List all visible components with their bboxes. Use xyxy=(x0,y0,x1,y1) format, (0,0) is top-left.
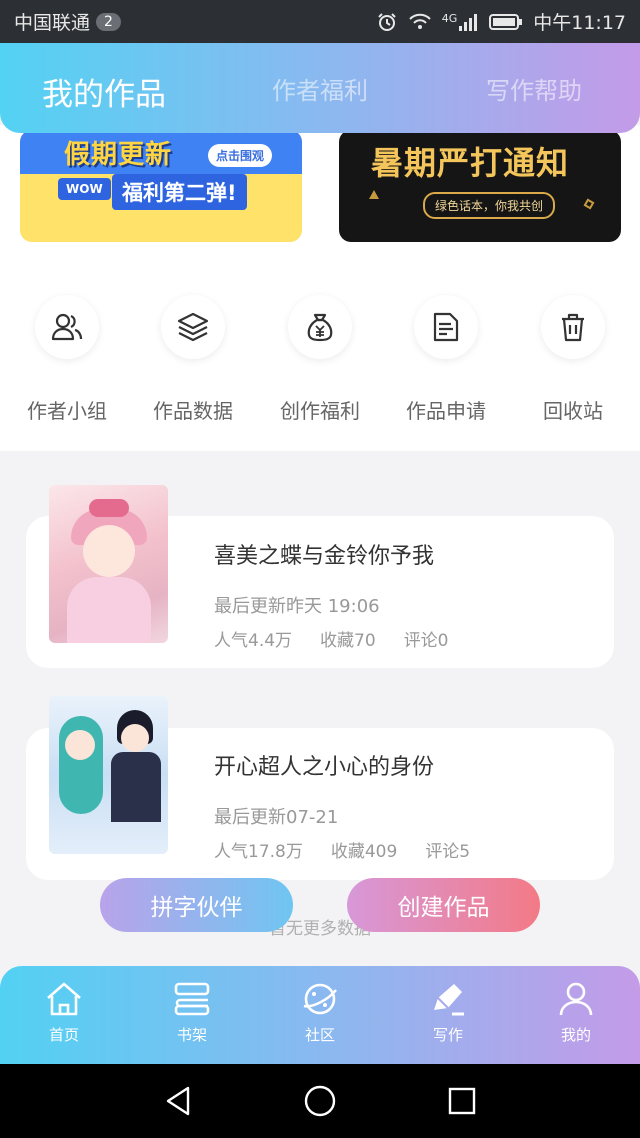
tabbar-write[interactable]: 写作 xyxy=(403,980,493,1045)
feature-author-group[interactable]: 作者小组 xyxy=(7,295,127,424)
tabbar-label: 写作 xyxy=(432,1026,463,1044)
banner-summer-notice[interactable]: 暑期严打通知 绿色话本，你我共创 xyxy=(339,130,621,242)
work-stats: 人气17.8万 收藏409 评论5 xyxy=(214,837,470,862)
carrier-name: 中国联通 xyxy=(14,12,91,34)
tabbar-community[interactable]: 社区 xyxy=(275,980,365,1045)
battery-icon xyxy=(489,13,523,31)
feature-label: 创作福利 xyxy=(280,399,360,423)
tabbar-label: 书架 xyxy=(176,1026,207,1044)
planet-icon xyxy=(303,983,338,1015)
tab-writing-help[interactable]: 写作帮助 xyxy=(486,71,582,106)
cover-figure xyxy=(67,577,151,643)
cover-figure xyxy=(89,499,129,517)
work-popularity: 人气4.4万 xyxy=(214,631,293,651)
work-cover[interactable] xyxy=(49,696,168,854)
feature-recycle-bin[interactable]: 回收站 xyxy=(513,295,633,424)
triangle-decoration xyxy=(369,190,379,199)
users-icon xyxy=(35,295,99,359)
work-title[interactable]: 喜美之蝶与金铃你予我 xyxy=(214,538,434,570)
clock: 中午11:17 xyxy=(533,12,626,34)
bottom-tab-bar: 首页 书架 社区 写作 我的 xyxy=(0,966,640,1064)
work-cover[interactable] xyxy=(49,485,168,643)
tabbar-label: 我的 xyxy=(560,1026,591,1044)
cover-figure xyxy=(121,724,149,752)
feature-label: 作者小组 xyxy=(27,399,107,423)
work-title[interactable]: 开心超人之小心的身份 xyxy=(214,749,434,781)
tab-my-works[interactable]: 我的作品 xyxy=(42,69,166,114)
signal-icon: 4G xyxy=(442,12,480,32)
cover-figure xyxy=(65,730,95,760)
work-stats: 人气4.4万 收藏70 评论0 xyxy=(214,626,449,651)
banner-subtitle: 福利第二弹! xyxy=(112,174,247,210)
network-type: 4G xyxy=(441,11,458,25)
trash-icon xyxy=(541,295,605,359)
square-decoration xyxy=(583,198,595,210)
feature-creation-benefits[interactable]: 创作福利 xyxy=(260,295,380,424)
partner-button[interactable]: 拼字伙伴 xyxy=(100,878,293,932)
create-work-button[interactable]: 创建作品 xyxy=(347,878,540,932)
banner-tag: 点击围观 xyxy=(208,144,273,167)
money-bag-icon xyxy=(288,295,352,359)
banner-badge: WOW xyxy=(58,178,111,200)
home-nav-icon[interactable] xyxy=(303,1084,337,1122)
work-popularity: 人气17.8万 xyxy=(214,842,303,862)
banner-holiday-update[interactable]: 假期更新 点击围观 WOW 福利第二弹! xyxy=(20,130,302,242)
profile-icon xyxy=(559,982,593,1016)
feature-work-data[interactable]: 作品数据 xyxy=(133,295,253,424)
feature-label: 作品数据 xyxy=(153,399,233,423)
work-comments: 评论5 xyxy=(425,842,471,862)
home-icon xyxy=(47,982,81,1016)
cover-figure xyxy=(83,525,135,577)
document-icon xyxy=(414,295,478,359)
layers-icon xyxy=(161,295,225,359)
status-bar: 中国联通 2 4G 中午11:17 xyxy=(0,0,640,43)
wifi-icon xyxy=(408,12,432,32)
work-comments: 评论0 xyxy=(403,631,449,651)
tab-author-benefits[interactable]: 作者福利 xyxy=(272,71,368,106)
work-last-update: 最后更新07-21 xyxy=(214,807,339,828)
header-tabs: 我的作品 作者福利 写作帮助 xyxy=(0,43,640,133)
feature-work-application[interactable]: 作品申请 xyxy=(386,295,506,424)
recents-icon[interactable] xyxy=(447,1084,477,1122)
alarm-icon xyxy=(376,11,398,33)
tabbar-bookshelf[interactable]: 书架 xyxy=(147,980,237,1045)
pen-icon xyxy=(434,984,464,1016)
feature-label: 作品申请 xyxy=(406,399,486,423)
banner-subtitle: 绿色话本，你我共创 xyxy=(423,192,556,219)
status-indicators: 4G 中午11:17 xyxy=(376,8,626,35)
system-navigation-bar xyxy=(0,1064,640,1138)
work-favorites: 收藏409 xyxy=(330,842,398,862)
cover-figure xyxy=(111,752,161,822)
feature-label: 回收站 xyxy=(543,399,603,423)
tabbar-profile[interactable]: 我的 xyxy=(531,980,621,1045)
bookshelf-icon xyxy=(174,982,210,1016)
tabbar-label: 社区 xyxy=(304,1026,335,1044)
work-last-update: 最后更新昨天 19:06 xyxy=(214,596,380,617)
tabbar-label: 首页 xyxy=(48,1026,79,1044)
notification-badge: 2 xyxy=(96,12,121,31)
tabbar-home[interactable]: 首页 xyxy=(19,980,109,1045)
work-favorites: 收藏70 xyxy=(320,631,376,651)
banner-title: 假期更新 xyxy=(64,140,173,170)
no-more-data-text: 暂无更多数据 xyxy=(269,919,371,939)
banner-title: 暑期严打通知 xyxy=(371,144,570,182)
back-icon[interactable] xyxy=(162,1084,194,1122)
